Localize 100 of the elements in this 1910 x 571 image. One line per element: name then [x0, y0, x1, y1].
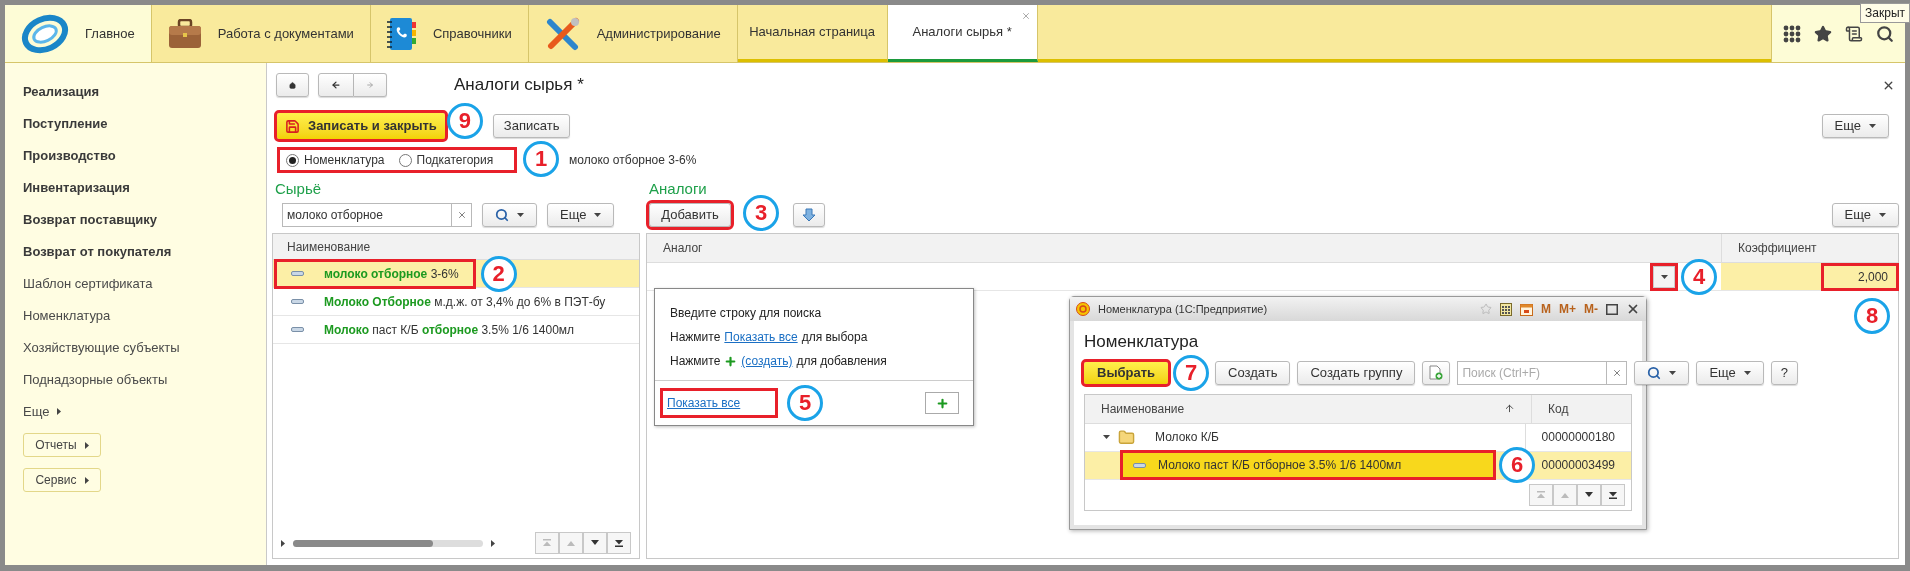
memory-button[interactable]: M+ — [1559, 300, 1576, 318]
column-header[interactable]: Наименование — [1085, 394, 1532, 423]
more-button[interactable]: Еще — [1831, 203, 1899, 227]
column-header[interactable]: Код — [1532, 394, 1631, 423]
search-button[interactable] — [1634, 360, 1690, 385]
sidebar-item[interactable]: Возврат от покупателя — [23, 241, 248, 262]
choose-button[interactable]: Выбрать — [1084, 361, 1169, 384]
home-button[interactable] — [276, 73, 309, 97]
item-icon — [291, 271, 304, 276]
caret-icon — [57, 408, 62, 415]
radio-option[interactable]: Подкатегория — [398, 151, 494, 169]
caret-icon — [1743, 370, 1751, 375]
plus-icon — [935, 396, 949, 410]
scroll-icon[interactable] — [1845, 24, 1864, 43]
section-heading: Аналоги — [649, 179, 708, 199]
back-button[interactable] — [318, 73, 354, 97]
clear-icon[interactable] — [456, 210, 467, 220]
copy-button[interactable] — [1422, 360, 1451, 385]
callout-number: 9 — [446, 103, 483, 139]
tools-icon — [544, 16, 581, 51]
sidebar-item[interactable]: Реализация — [23, 81, 248, 102]
logo-icon — [21, 12, 69, 55]
callout-number: 3 — [743, 195, 779, 231]
sidebar-item[interactable]: Поднадзорные объекты — [23, 369, 248, 390]
sidebar-item[interactable]: Шаблон сертификата — [23, 273, 248, 294]
folder-icon — [1118, 428, 1135, 446]
sidebar-button[interactable]: Сервис — [23, 468, 101, 492]
more-button[interactable]: Еще — [1821, 114, 1889, 138]
section-tab[interactable]: Главное — [5, 5, 152, 62]
table-cell-text: Молоко К/Б — [1155, 429, 1219, 446]
clear-button[interactable] — [1607, 360, 1628, 385]
horizontal-scrollbar[interactable] — [293, 539, 483, 547]
hint-link[interactable]: Показать все — [724, 328, 798, 346]
caret-icon — [517, 213, 524, 217]
hint-link[interactable]: (создать) — [741, 352, 793, 370]
callout-number: 1 — [523, 141, 559, 177]
callout-number: 7 — [1173, 354, 1210, 391]
search-icon — [495, 208, 509, 222]
search-icon — [1647, 365, 1662, 380]
hint-text: для выбора — [801, 329, 868, 346]
sidebar-item[interactable]: Номенклатура — [23, 305, 248, 326]
table-row[interactable]: Молоко К/Б 00000000180 — [1085, 423, 1631, 452]
grid-icon[interactable] — [1782, 24, 1801, 43]
star-icon[interactable] — [1813, 24, 1832, 43]
callout-number: 8 — [1854, 298, 1890, 334]
caret-icon — [1660, 274, 1668, 279]
memory-button[interactable]: M- — [1584, 300, 1598, 318]
caret-icon — [281, 539, 285, 547]
caret-icon — [491, 539, 495, 547]
search-button[interactable] — [482, 203, 537, 227]
selected-name: молоко отборное 3-6% — [569, 152, 697, 169]
sidebar-button[interactable]: Отчеты — [23, 433, 101, 457]
save-close-button[interactable]: Записать и закрыть — [277, 113, 445, 139]
memory-button[interactable]: M — [1541, 300, 1551, 318]
hint-text: Нажмите — [670, 329, 721, 346]
sidebar-item[interactable]: Возврат поставщику — [23, 209, 248, 230]
briefcase-icon — [167, 18, 202, 49]
clear-button[interactable] — [452, 203, 472, 227]
search-field[interactable]: Поиск (Ctrl+F) — [1457, 360, 1608, 385]
triangle-down-icon — [590, 539, 600, 547]
more-button[interactable]: Еще — [1696, 360, 1764, 385]
star-icon[interactable] — [1480, 303, 1492, 315]
scroll-down-button[interactable] — [1577, 483, 1601, 506]
callout-number: 5 — [787, 385, 823, 421]
maximize-icon[interactable] — [1606, 303, 1618, 315]
scroll-down-button[interactable] — [583, 532, 607, 554]
scroll-bottom-button[interactable] — [1601, 483, 1625, 506]
sidebar-item[interactable]: Поступление — [23, 113, 248, 134]
more-button[interactable]: Еще — [547, 203, 615, 227]
calendar-icon[interactable] — [1520, 302, 1533, 316]
save-button[interactable]: Записать — [492, 114, 571, 138]
section-heading: Сырьё — [275, 179, 323, 199]
search-icon[interactable] — [1876, 24, 1895, 43]
add-button[interactable]: Добавить — [649, 203, 731, 227]
radio-option[interactable]: Номенклатура — [286, 151, 385, 169]
create-group-button[interactable]: Создать группу — [1297, 360, 1416, 385]
dropdown-button[interactable] — [1653, 265, 1675, 288]
caret-icon — [1879, 213, 1886, 217]
sidebar-item[interactable]: Инвентаризация — [23, 177, 248, 198]
sidebar-item[interactable]: Хозяйствующие субъекты — [23, 337, 248, 358]
table-cell: Молоко паст К/Б отборное 3.5% 1/6 1400мл — [1123, 453, 1493, 477]
close-icon[interactable] — [1626, 302, 1640, 316]
show-all-link[interactable]: Показать все — [663, 391, 775, 415]
sidebar-item[interactable]: Производство — [23, 145, 248, 166]
open-tab[interactable]: Аналоги сырья * — [887, 5, 1038, 62]
calculator-icon[interactable] — [1500, 302, 1512, 316]
item-icon — [1133, 462, 1146, 468]
search-field[interactable]: молоко отборное — [282, 203, 452, 227]
create-button[interactable]: Создать — [1215, 360, 1291, 385]
clear-icon[interactable] — [1611, 367, 1622, 378]
first-icon — [1536, 490, 1546, 499]
move-down-button[interactable] — [793, 203, 825, 227]
open-tab[interactable]: Начальная страница — [737, 5, 888, 62]
last-icon — [614, 539, 624, 547]
scroll-bottom-button[interactable] — [607, 532, 631, 554]
more-link[interactable]: Еще — [23, 401, 248, 422]
caret-icon — [84, 441, 89, 449]
window-heading: Номенклатура — [1084, 331, 1200, 353]
add-button[interactable] — [925, 392, 959, 414]
help-button[interactable]: ? — [1770, 360, 1799, 385]
